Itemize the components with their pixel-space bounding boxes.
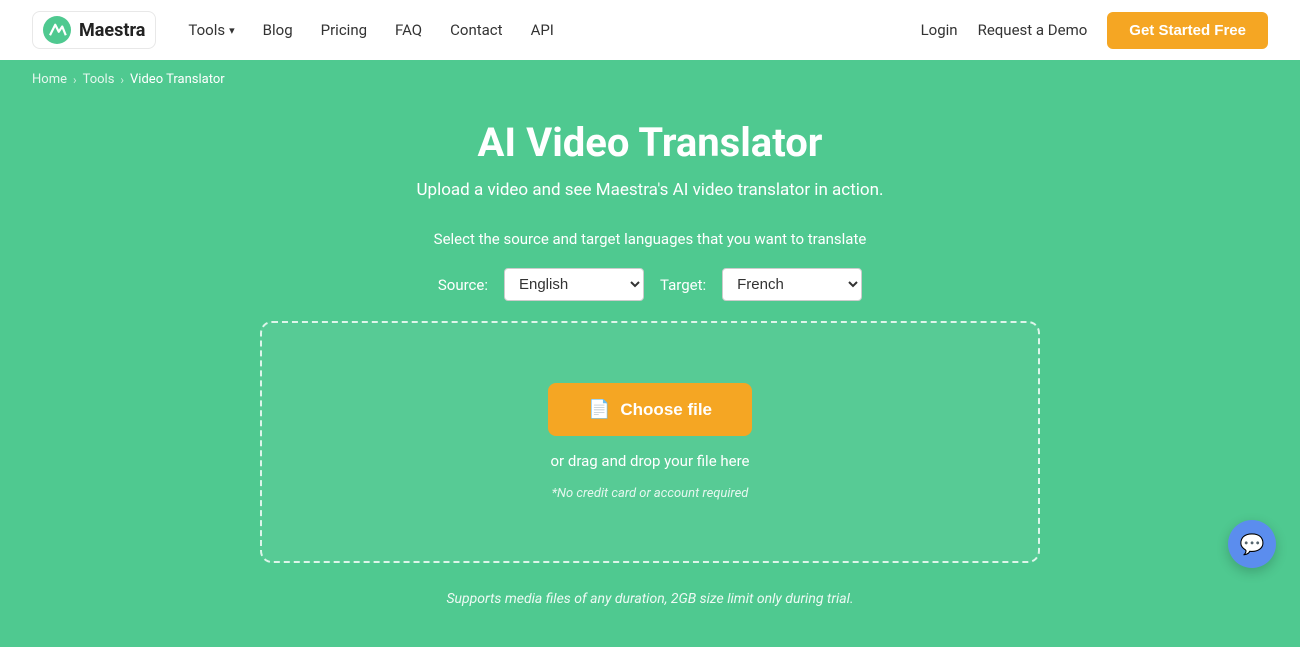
chat-icon: 💬	[1240, 532, 1265, 556]
target-language-select[interactable]: French Spanish German English Italian Po…	[722, 268, 862, 301]
nav-links: Tools Blog Pricing FAQ Contact API	[188, 21, 920, 39]
breadcrumb-current: Video Translator	[130, 72, 225, 87]
breadcrumb-sep-1: ›	[73, 73, 77, 87]
breadcrumb-home[interactable]: Home	[32, 72, 67, 87]
nav-contact-link[interactable]: Contact	[450, 21, 502, 39]
logo-icon	[43, 16, 71, 44]
nav-blog-link[interactable]: Blog	[263, 21, 293, 39]
nav-right: Login Request a Demo Get Started Free	[921, 12, 1268, 49]
choose-file-label: Choose file	[620, 400, 712, 420]
logo-text: Maestra	[79, 20, 145, 41]
support-note: Supports media files of any duration, 2G…	[446, 591, 853, 607]
breadcrumb: Home › Tools › Video Translator	[0, 60, 1300, 99]
no-credit-card-text: *No credit card or account required	[552, 486, 749, 501]
target-label: Target:	[660, 276, 706, 294]
lang-instruction: Select the source and target languages t…	[434, 230, 867, 248]
file-drop-zone[interactable]: 📄 Choose file or drag and drop your file…	[260, 321, 1040, 563]
navbar: Maestra Tools Blog Pricing FAQ Contact A…	[0, 0, 1300, 60]
nav-faq-link[interactable]: FAQ	[395, 21, 422, 39]
main-content: AI Video Translator Upload a video and s…	[0, 99, 1300, 647]
page-title: AI Video Translator	[478, 119, 823, 166]
request-demo-link[interactable]: Request a Demo	[978, 21, 1088, 39]
drop-text: or drag and drop your file here	[551, 452, 750, 470]
login-link[interactable]: Login	[921, 21, 958, 39]
language-selector-row: Source: English Spanish German French It…	[438, 268, 862, 301]
source-label: Source:	[438, 276, 488, 294]
source-language-select[interactable]: English Spanish German French Italian Po…	[504, 268, 644, 301]
choose-file-button[interactable]: 📄 Choose file	[548, 383, 752, 436]
breadcrumb-tools[interactable]: Tools	[83, 72, 115, 87]
page-subtitle: Upload a video and see Maestra's AI vide…	[417, 180, 884, 200]
logo[interactable]: Maestra	[32, 11, 156, 49]
get-started-button[interactable]: Get Started Free	[1107, 12, 1268, 49]
chat-bubble[interactable]: 💬	[1228, 520, 1276, 568]
nav-tools-link[interactable]: Tools	[188, 21, 234, 39]
nav-api-link[interactable]: API	[531, 21, 554, 39]
nav-pricing-link[interactable]: Pricing	[321, 21, 367, 39]
file-icon: 📄	[588, 399, 610, 420]
breadcrumb-sep-2: ›	[120, 73, 124, 87]
